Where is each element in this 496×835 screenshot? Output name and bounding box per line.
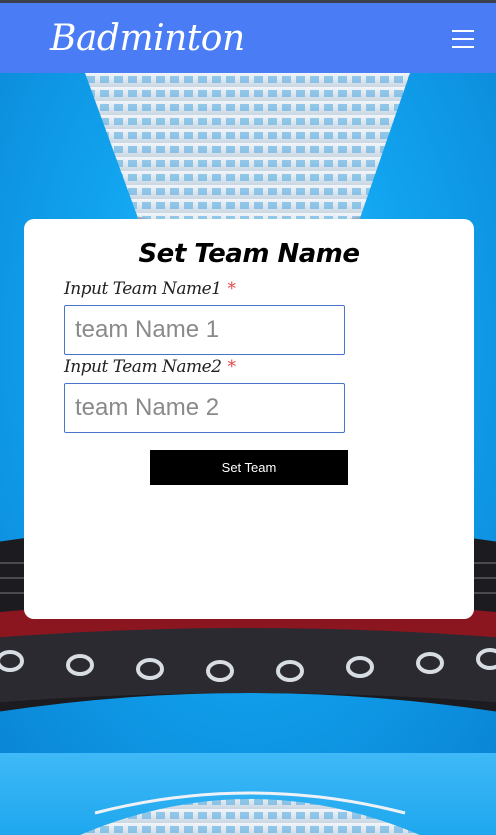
site-brand[interactable]: Badminton <box>50 17 245 61</box>
team2-label-text: Input Team Name2 <box>64 357 222 377</box>
set-team-button[interactable]: Set Team <box>150 450 348 485</box>
team1-label: Input Team Name1 * <box>64 279 236 299</box>
team1-label-text: Input Team Name1 <box>64 279 222 299</box>
background-photo-repeat <box>0 753 496 835</box>
shuttlecock-repeat-image <box>80 791 420 835</box>
hamburger-menu-icon <box>452 30 474 48</box>
team2-name-input[interactable] <box>64 383 345 433</box>
hamburger-menu-button[interactable] <box>448 27 478 53</box>
top-nav-bar: Badminton <box>0 3 496 73</box>
required-mark: * <box>227 279 236 299</box>
team-name-form-card: Set Team Name Input Team Name1* Input Te… <box>24 219 474 619</box>
team2-label: Input Team Name2 * <box>64 357 236 377</box>
required-mark: * <box>227 357 236 377</box>
team1-name-input[interactable] <box>64 305 345 355</box>
page: Badminton Set Team Name Input Team Name1… <box>0 0 496 835</box>
form-title: Set Team Name <box>138 239 360 269</box>
